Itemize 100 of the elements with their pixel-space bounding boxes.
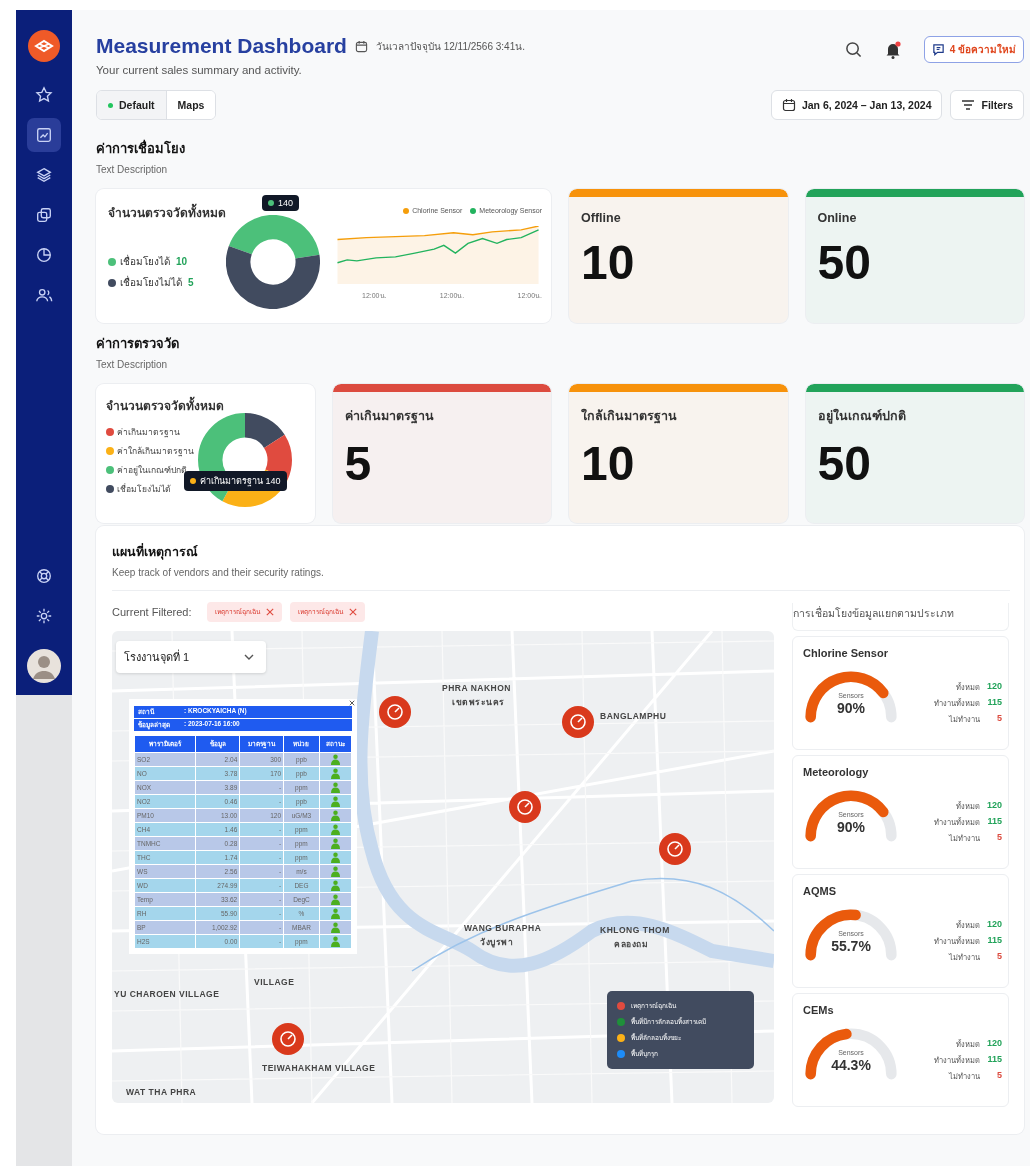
card-value: 10 (581, 440, 636, 488)
stat-value: 5 (996, 1070, 1002, 1082)
legend-value: 5 (188, 277, 194, 288)
gauge-reading: 44.3% (830, 1057, 872, 1073)
page-subtitle: Your current sales summary and activity. (96, 64, 303, 76)
stat-value: 120 (986, 800, 1002, 812)
gauge-reading: 90% (836, 819, 866, 835)
location-marker-icon[interactable] (508, 790, 542, 824)
legend-label: ค่าเกินมาตรฐาน (117, 426, 180, 439)
location-marker-icon[interactable] (271, 1022, 305, 1056)
users-icon (35, 286, 53, 304)
map-label: คลองถม (614, 938, 648, 951)
person-status-icon (330, 824, 340, 835)
legend-label: ค่าใกล้เกินมาตรฐาน (117, 445, 194, 458)
person-status-icon (330, 768, 340, 779)
stat-value: 5 (996, 832, 1002, 844)
calendar-icon (781, 98, 796, 112)
chevron-down-icon (244, 654, 254, 660)
person-status-icon (330, 796, 340, 807)
stat-value: 120 (986, 681, 1002, 693)
map-label: TEIWAHAKHAM VILLAGE (262, 1063, 376, 1073)
timestamp: วันเวลาปัจจุบัน 12/11/2566 3:41น. (375, 39, 525, 54)
star-icon (35, 86, 53, 104)
logo-icon (28, 30, 60, 62)
chart-icon (35, 126, 53, 144)
date-range-button[interactable]: Jan 6, 2024 – Jan 13, 2024 (770, 90, 943, 120)
map-label: YU CHAROEN VILLAGE (114, 989, 220, 999)
person-status-icon (330, 810, 340, 821)
location-marker-icon[interactable] (658, 832, 692, 866)
map-label: BANGLAMPHU (600, 711, 667, 721)
card-value: 5 (344, 440, 373, 488)
new-messages-button[interactable]: 4 ข้อความใหม่ (923, 36, 1024, 63)
card-title: Offline (581, 211, 622, 225)
settings-icon (35, 607, 53, 625)
card-value: 50 (817, 239, 872, 287)
legend-value: 10 (176, 256, 188, 267)
section-description: Text Description (96, 359, 169, 370)
person-status-icon (330, 936, 340, 947)
stat-value: 115 (986, 935, 1002, 947)
avatar-icon[interactable] (27, 649, 61, 683)
map-label: วังบูรพา (480, 936, 513, 949)
person-status-icon (330, 852, 340, 863)
card-value: 10 (581, 239, 636, 287)
map-label: เขตพระนคร (452, 696, 505, 709)
map-label: VILLAGE (254, 977, 295, 987)
card-title: ใกล้เกินมาตรฐาน (581, 407, 678, 426)
stat-value: 5 (996, 951, 1002, 963)
sensor-name: CEMs (803, 1004, 835, 1016)
card-title: จำนวนตรวจวัดทั้งหมด (108, 203, 226, 222)
person-status-icon (330, 894, 340, 905)
stat-value: 115 (986, 697, 1002, 709)
factory-dropdown[interactable]: โรงงานจุดที่ 1 (116, 641, 266, 673)
stat-value: 120 (986, 1038, 1002, 1050)
card-title: Online (817, 211, 858, 225)
person-status-icon (330, 880, 340, 891)
stat-value: 115 (986, 1054, 1002, 1066)
panel-description: Keep track of vendors and their security ratings. (112, 567, 325, 578)
map-label: WANG BURAPHA (464, 923, 542, 933)
person-status-icon (330, 908, 340, 919)
stat-value: 5 (996, 713, 1002, 725)
section-description: Text Description (96, 164, 169, 175)
view-tab[interactable]: Default (97, 91, 166, 119)
person-status-icon (330, 866, 340, 877)
filter-label: Current Filtered: (112, 606, 192, 618)
nav-item[interactable] (27, 118, 61, 152)
location-marker-icon[interactable] (378, 695, 412, 729)
person-status-icon (330, 838, 340, 849)
copy-icon (35, 206, 53, 224)
map-label: WAT THA PHRA (126, 1087, 197, 1097)
sensor-name: AQMS (803, 885, 837, 897)
view-tab[interactable]: Maps (165, 91, 216, 119)
legend-label: ค่าอยู่ในเกณฑ์ปกติ (117, 464, 187, 477)
chat-icon (931, 43, 945, 56)
close-icon[interactable] (266, 608, 275, 616)
location-marker-icon[interactable] (561, 705, 595, 739)
close-icon[interactable] (349, 700, 355, 706)
chart-tooltip: 140 (262, 195, 300, 211)
page-title: Measurement Dashboard (96, 34, 347, 58)
card-title: ค่าเกินมาตรฐาน (344, 408, 435, 426)
person-status-icon (330, 754, 340, 765)
person-status-icon (330, 922, 340, 933)
gauge-reading: 55.7% (830, 938, 872, 954)
legend-label: เชื่อมโยงได้ (120, 254, 170, 269)
calendar-icon (354, 39, 368, 53)
stat-value: 120 (986, 919, 1002, 931)
card-title: จำนวนตรวจวัดทั้งหมด (106, 396, 305, 415)
map-label: PHRA NAKHON (442, 683, 511, 693)
layers-icon (35, 166, 53, 184)
search-icon[interactable] (844, 41, 862, 58)
card-value: 50 (817, 440, 872, 488)
filters-button[interactable]: Filters (950, 90, 1024, 120)
sensor-name: Meteorology (803, 766, 870, 778)
lifebuoy-icon (35, 567, 53, 585)
section-title: ค่าการเชื่อมโยง (96, 138, 186, 158)
sensor-name: Chlorine Sensor (803, 647, 889, 659)
legend-label: เชื่อมโยงไม่ได้ (117, 482, 171, 496)
pie-chart-icon (35, 246, 53, 264)
legend-label: เชื่อมโยงไม่ได้ (120, 275, 182, 290)
close-icon[interactable] (349, 608, 358, 616)
panel-title: การเชื่อมโยงข้อมูลแยกตามประเภท (792, 603, 1009, 631)
